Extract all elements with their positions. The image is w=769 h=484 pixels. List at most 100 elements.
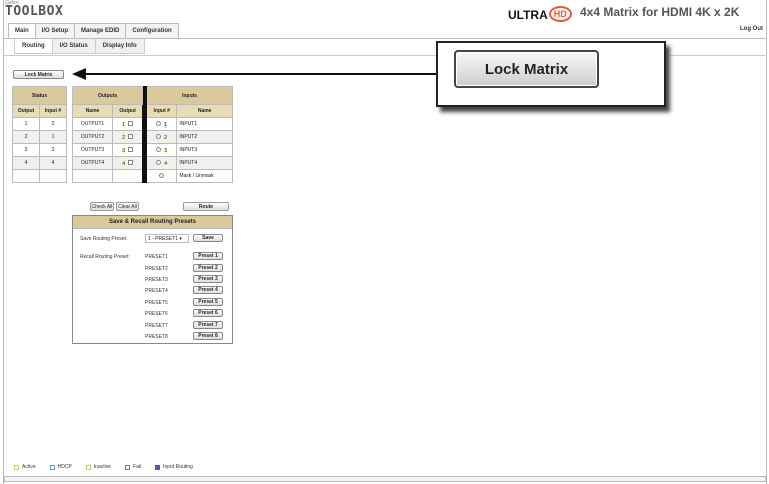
output-cell (111, 169, 144, 183)
legend-label: Input Routing (163, 464, 193, 470)
preset-name: PRESET2 (145, 266, 168, 272)
status-header-input: Input # (39, 104, 67, 118)
output-checkbox[interactable] (127, 146, 133, 152)
output-checkbox[interactable] (127, 159, 133, 165)
status-cell: 4 (12, 156, 40, 170)
input-cell: 1 (146, 117, 178, 131)
output-checkbox[interactable] (127, 133, 133, 139)
output-cell: 2 (111, 130, 144, 144)
output-cell: 3 (111, 143, 144, 157)
check-all-button[interactable]: Check All (90, 202, 114, 211)
tab-main[interactable]: Main (8, 23, 36, 38)
legend-item: Input Routing (155, 464, 193, 470)
input-number: 1 (164, 121, 168, 128)
input-cell: 3 (146, 143, 178, 157)
status-cell (12, 169, 40, 183)
inputs-title: Inputs (146, 86, 233, 105)
tab-display-info[interactable]: Display Info (94, 39, 145, 54)
output-number: 3 (122, 147, 126, 154)
input-radio[interactable] (156, 159, 162, 165)
tab-io-status[interactable]: I/O Status (51, 39, 96, 54)
tab-manage-edid[interactable]: Manage EDID (74, 23, 127, 38)
legend-label: Fail (133, 464, 142, 470)
input-number: 3 (164, 147, 168, 154)
mask-radio[interactable] (159, 172, 165, 178)
table-row: 12 (12, 117, 67, 131)
main-tabs: Main I/O Setup Manage EDID Configuration (8, 23, 179, 38)
input-cell: 2 (146, 130, 178, 144)
legend-item: Fail (125, 464, 141, 470)
horizontal-scrollbar[interactable] (4, 476, 766, 482)
input-cell (146, 169, 178, 183)
status-cell: 3 (12, 143, 40, 157)
status-title: Status (12, 86, 67, 105)
recall-preset-label: Recall Routing Preset: (80, 254, 130, 260)
status-cell: 1 (39, 130, 67, 144)
save-preset-select[interactable]: 1 - PRESET1 ▾ (145, 234, 189, 243)
header-input-num: Input # (146, 104, 178, 118)
save-button[interactable]: Save (193, 234, 223, 242)
lock-matrix-button[interactable]: Lock Matrix (13, 70, 64, 79)
preset-3-button[interactable]: Preset 3 (193, 275, 223, 283)
preset-name: PRESET7 (145, 323, 168, 329)
input-cell: 4 (146, 156, 178, 170)
preset-1-button[interactable]: Preset 1 (193, 252, 223, 260)
tab-io-setup[interactable]: I/O Setup (34, 23, 76, 38)
output-number: 1 (122, 121, 126, 128)
table-row: OUTPUT4 4 4 INPUT4 (72, 156, 233, 170)
hd-badge: HD (548, 6, 572, 22)
input-radio[interactable] (156, 120, 162, 126)
gefen-toolbox-logo: Gefen TOOLBOX (5, 1, 65, 19)
preset-name: PRESET5 (145, 300, 168, 306)
preset-4-button[interactable]: Preset 4 (193, 286, 223, 294)
input-radio[interactable] (156, 146, 162, 152)
status-cell: 2 (39, 117, 67, 131)
mask-label: Mask / Unmask (176, 169, 233, 183)
output-name: OUTPUT4 (72, 156, 113, 170)
legend-swatch-icon (85, 464, 91, 470)
ultra-hd-logo: ULTRA HD (508, 6, 572, 24)
legend-item: Active (14, 464, 36, 470)
output-name (72, 169, 113, 183)
input-number: 2 (164, 134, 168, 141)
presets-title: Save & Recall Routing Presets (73, 216, 232, 229)
logout-link[interactable]: Log Out (740, 26, 763, 32)
preset-2-button[interactable]: Preset 2 (193, 264, 223, 272)
tab-routing[interactable]: Routing (14, 39, 53, 54)
status-cell (39, 169, 67, 183)
table-row: OUTPUT2 2 2 INPUT2 (72, 130, 233, 144)
header-output: Output (111, 104, 144, 118)
table-row (12, 169, 67, 183)
output-name: OUTPUT3 (72, 143, 113, 157)
save-preset-label: Save Routing Preset: (80, 236, 128, 242)
table-row: Mask / Unmask (72, 169, 233, 183)
route-button[interactable]: Route (183, 202, 229, 211)
legend-swatch-icon (49, 464, 55, 470)
output-checkbox[interactable] (127, 120, 133, 126)
tab-configuration[interactable]: Configuration (125, 23, 179, 38)
preset-name: PRESET3 (145, 277, 168, 283)
header-input-name: Name (176, 104, 233, 118)
output-name: OUTPUT2 (72, 130, 113, 144)
preset-7-button[interactable]: Preset 7 (193, 321, 223, 329)
preset-8-button[interactable]: Preset 8 (193, 332, 223, 340)
preset-6-button[interactable]: Preset 6 (193, 309, 223, 317)
save-preset-value: 1 - PRESET1 (148, 235, 179, 242)
preset-5-button[interactable]: Preset 5 (193, 298, 223, 306)
sub-tabs: Routing I/O Status Display Info (14, 39, 145, 54)
legend-label: HDCP (57, 464, 72, 470)
table-row: 21 (12, 130, 67, 144)
input-radio[interactable] (156, 133, 162, 139)
legend-swatch-icon (125, 464, 131, 470)
legend-swatch-icon (14, 464, 19, 470)
status-cell: 3 (39, 143, 67, 157)
clear-all-button[interactable]: Clear All (116, 202, 139, 211)
status-table: Status Output Input # 12 21 33 44 (12, 86, 67, 183)
outputs-title: Outputs (71, 86, 144, 105)
legend-item: HDCP (49, 464, 72, 470)
brand-big: TOOLBOX (5, 4, 64, 19)
output-name: OUTPUT1 (72, 117, 113, 131)
table-row: 44 (12, 156, 67, 170)
routing-table: Outputs Inputs Name Output Input # Name … (71, 86, 233, 183)
legend-label: Active (22, 464, 36, 470)
